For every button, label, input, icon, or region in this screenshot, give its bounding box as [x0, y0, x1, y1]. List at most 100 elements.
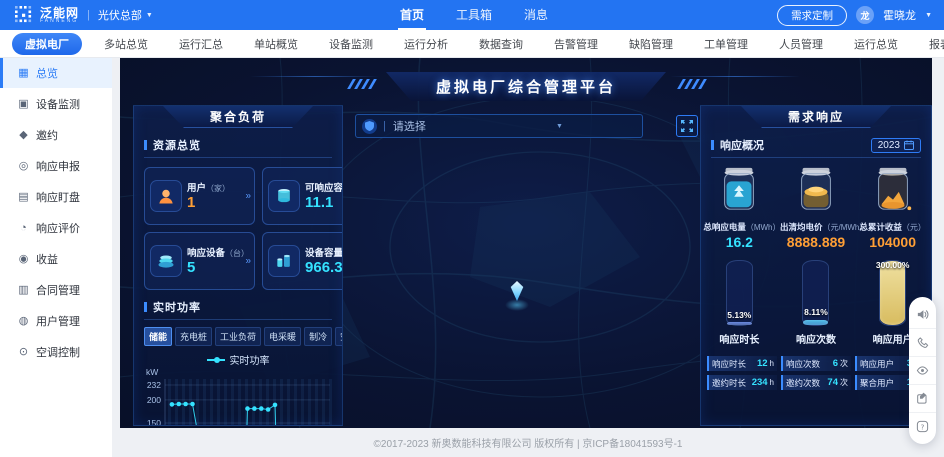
gauge-response-duration: 5.13% 响应时长	[704, 260, 774, 346]
legend-line-icon	[206, 356, 225, 363]
topbar: 泛能网 FANNENG | 光伏总部 ▼ 首页 工具箱 消息 需求定制 龙 霍晓…	[0, 0, 944, 30]
card-response-devices[interactable]: 响应设备（台） 5 »	[144, 232, 256, 290]
select-placeholder: 请选择	[392, 121, 426, 133]
year-selector[interactable]: 2023	[870, 137, 921, 153]
response-stats-grid: 响应时长12h 响应次数6次 响应用户3家 邀约时长234h 邀约次数74次 聚…	[707, 356, 925, 390]
tab-run-summary[interactable]: 运行汇总	[170, 33, 232, 55]
tab-data-query[interactable]: 数据查询	[470, 33, 532, 55]
demand-response-panel: 需求响应 响应概况 2023 总响应电量（MWh） 16.2 出清均电价（元/M…	[700, 105, 932, 426]
phone-button[interactable]	[909, 329, 936, 357]
ptab-cooling[interactable]: 制冷	[304, 327, 333, 346]
view-button[interactable]	[909, 357, 936, 385]
title-divider-line	[250, 76, 380, 77]
stat-response-duration[interactable]: 响应时长 12 h	[707, 356, 777, 371]
tab-workorder-mgmt[interactable]: 工单管理	[695, 33, 757, 55]
tab-device-monitor[interactable]: 设备监测	[320, 33, 382, 55]
top-nav-home[interactable]: 首页	[398, 0, 427, 30]
sidebar-item-user-mgmt[interactable]: ◍ 用户管理	[0, 305, 112, 336]
stat-response-count[interactable]: 响应次数 6 次	[781, 356, 851, 371]
calendar-icon	[904, 140, 914, 150]
top-nav-messages[interactable]: 消息	[522, 0, 550, 30]
title-divider-line	[670, 76, 800, 77]
tab-run-overview[interactable]: 运行总览	[845, 33, 907, 55]
stat-invitation-count[interactable]: 邀约次数 74 次	[781, 375, 851, 390]
question-icon: ?	[916, 420, 929, 433]
sidebar-item-invitation[interactable]: ◆ 邀约	[0, 119, 112, 150]
sidebar-item-response-declare[interactable]: ◎ 响应申报	[0, 150, 112, 181]
ac-control-icon: ⊙	[18, 346, 29, 358]
gauge-response-count: 8.11% 响应次数	[781, 260, 851, 346]
tab-virtual-power-plant[interactable]: 虚拟电厂	[12, 32, 82, 55]
help-button[interactable]: ?	[909, 413, 936, 440]
panel-header: 聚合负荷	[163, 106, 313, 128]
card-value: 11.1	[305, 194, 334, 212]
brand-logo[interactable]: 泛能网 FANNENG	[14, 5, 79, 25]
speaker-icon	[917, 310, 929, 319]
ptab-charging-pile[interactable]: 充电桩	[175, 327, 213, 346]
double-arrow-icon: »	[245, 255, 252, 267]
sidebar-item-device-monitor[interactable]: ▣ 设备监测	[0, 88, 112, 119]
svg-text:?: ?	[921, 422, 925, 431]
org-switcher[interactable]: 光伏总部 ▼	[98, 7, 153, 23]
map-location-marker[interactable]	[504, 281, 530, 315]
capacity-cylinders-icon	[268, 245, 301, 277]
location-pin-icon	[510, 281, 524, 301]
app-root: 泛能网 FANNENG | 光伏总部 ▼ 首页 工具箱 消息 需求定制 龙 霍晓…	[0, 0, 944, 457]
ptab-storage[interactable]: 储能	[144, 327, 173, 346]
revenue-icon: ◉	[18, 253, 29, 265]
kpi-value: 16.2	[725, 234, 753, 250]
banner-slash-decoration	[677, 79, 707, 89]
chevron-down-icon: ▼	[145, 11, 153, 19]
page-title: 虚拟电厂综合管理平台	[435, 79, 616, 96]
kpi-clearing-price: 出清均电价（元/MWh） 8888.889	[780, 166, 867, 250]
coin-jar-icon	[801, 167, 831, 210]
double-arrow-icon: »	[245, 190, 252, 202]
tab-defect-mgmt[interactable]: 缺陷管理	[620, 33, 682, 55]
user-icon: ◍	[18, 315, 29, 327]
ptab-industrial-load[interactable]: 工业负荷	[215, 327, 262, 346]
sidebar-item-ac-control[interactable]: ⊙ 空调控制	[0, 336, 112, 367]
tab-alarm-mgmt[interactable]: 告警管理	[545, 33, 607, 55]
phone-icon	[917, 337, 929, 348]
station-select[interactable]: | 请选择 ▼	[355, 114, 643, 138]
card-respondable-capacity[interactable]: 可响应容量（kW） 11.1 »	[262, 167, 342, 225]
chevron-down-icon[interactable]: ▼	[925, 12, 932, 19]
card-value: 5	[187, 259, 196, 277]
invitation-icon: ◆	[19, 129, 28, 141]
module-tabrow: 虚拟电厂 多站总览 运行汇总 单站概览 设备监测 运行分析 数据查询 告警管理 …	[0, 30, 944, 58]
user-icon	[150, 180, 182, 212]
stat-invitation-duration[interactable]: 邀约时长 234 h	[707, 375, 777, 390]
speaker-button[interactable]	[909, 301, 936, 329]
sidebar-item-response-evaluate[interactable]: ◔ 响应评价	[0, 212, 112, 243]
tab-single-station[interactable]: 单站概览	[245, 33, 307, 55]
response-gauges: 5.13% 响应时长 8.11% 响应次数 300.00% 响应用户	[701, 260, 931, 346]
sidebar-item-response-watch[interactable]: ▤ 响应盯盘	[0, 181, 112, 212]
gold-jar-icon	[877, 167, 911, 211]
logo-dots-icon	[15, 6, 32, 23]
ptab-ac[interactable]: 空调	[335, 327, 342, 346]
sidebar-item-overview[interactable]: ▦ 总览	[0, 57, 112, 88]
sidebar-item-revenue[interactable]: ◉ 收益	[0, 243, 112, 274]
brand-subtitle: FANNENG	[40, 17, 79, 24]
sidebar-item-contract-mgmt[interactable]: ▥ 合同管理	[0, 274, 112, 305]
fullscreen-button[interactable]	[676, 115, 698, 137]
tab-report[interactable]: 报表	[920, 33, 944, 55]
ptab-electric-heating[interactable]: 电采暖	[264, 327, 302, 346]
tab-run-analysis[interactable]: 运行分析	[395, 33, 457, 55]
avatar[interactable]: 龙	[856, 6, 875, 24]
card-device-capacity[interactable]: 设备容量（kW） 966.33 »	[262, 232, 342, 290]
svg-text:200: 200	[147, 395, 161, 405]
demand-customize-button[interactable]: 需求定制	[777, 4, 848, 26]
card-users[interactable]: 用户（家） 1 »	[144, 167, 256, 225]
svg-text:150: 150	[147, 418, 161, 426]
tab-multi-station[interactable]: 多站总览	[95, 33, 157, 55]
aggregate-load-panel: 聚合负荷 资源总览 用户（家） 1 » 可响应容 11.1 响应设备（台） 5 …	[133, 105, 343, 426]
contract-icon: ▥	[18, 284, 29, 296]
edit-note-icon	[917, 392, 927, 404]
y-axis-unit: kW	[146, 367, 159, 377]
divider: |	[87, 9, 90, 21]
top-nav-toolbox[interactable]: 工具箱	[454, 0, 494, 30]
username: 霍晓龙	[883, 10, 917, 22]
tab-personnel-mgmt[interactable]: 人员管理	[770, 33, 832, 55]
feedback-button[interactable]	[909, 385, 936, 413]
